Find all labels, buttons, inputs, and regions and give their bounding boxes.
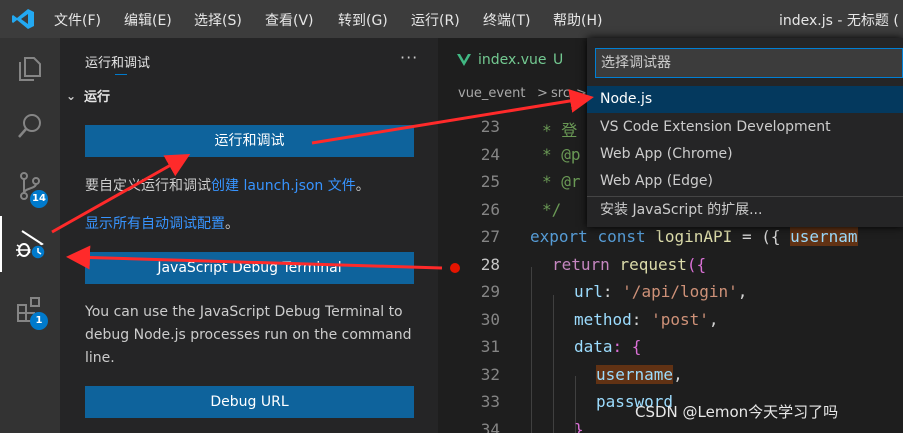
terminal-description: You can use the JavaScript Debug Termina…: [85, 304, 412, 366]
breadcrumb-folder[interactable]: vue_event: [458, 86, 525, 101]
menu-selection[interactable]: 选择(S): [194, 10, 242, 30]
code-token: username: [596, 365, 674, 384]
line-number: 27: [480, 227, 500, 246]
customize-suffix: 。: [355, 178, 370, 194]
code-token: usernam: [790, 227, 858, 246]
extensions-badge: 1: [30, 312, 48, 330]
code-line: return request({: [552, 255, 706, 274]
run-debug-button[interactable]: [0, 216, 60, 272]
menu-view[interactable]: 查看(V): [265, 10, 314, 30]
code-line: * @p: [542, 145, 581, 164]
code-token: export: [530, 227, 588, 246]
create-launch-json-link[interactable]: 创建 launch.json 文件: [211, 178, 356, 194]
code-token: const: [597, 227, 646, 246]
breadcrumb-separator: >: [576, 86, 587, 101]
code-token: return: [552, 255, 610, 274]
quick-pick-item-chrome[interactable]: Web App (Chrome): [587, 141, 903, 168]
customize-prefix: 要自定义运行和调试: [85, 178, 211, 194]
line-number: 31: [480, 337, 500, 356]
line-number: 23: [480, 117, 500, 136]
line-number: 34: [480, 420, 500, 433]
line-number: 30: [480, 310, 500, 329]
activity-bar: 14 1: [0, 38, 60, 433]
menu-go[interactable]: 转到(G): [338, 10, 388, 30]
quick-pick-item-vscode-ext[interactable]: VS Code Extension Development: [587, 114, 903, 141]
vscode-logo-icon: [12, 9, 34, 29]
code-token: ({: [686, 255, 707, 274]
sidebar-title-underline: [115, 74, 127, 75]
menu-file[interactable]: 文件(F): [54, 10, 101, 30]
code-token: request: [619, 255, 687, 274]
explorer-icon: [19, 57, 41, 81]
line-number: 28: [480, 255, 500, 274]
tab-index-vue[interactable]: index.vue U: [438, 38, 588, 82]
line-number: 25: [480, 172, 500, 191]
code-line: export const loginAPI = ({ usernam: [530, 227, 858, 246]
code-token: 'post': [651, 310, 709, 329]
breadcrumb-separator: >: [537, 86, 548, 101]
code-line: method: 'post',: [574, 310, 719, 329]
breadcrumb-src[interactable]: src: [551, 86, 570, 101]
code-line: }: [574, 420, 584, 433]
js-debug-terminal-button[interactable]: JavaScript Debug Terminal: [85, 252, 414, 284]
tab-label: index.vue: [478, 52, 547, 68]
window-title: index.js - 无标题 (: [779, 13, 899, 29]
menu-terminal[interactable]: 终端(T): [483, 10, 530, 30]
show-all-text: 显示所有自动调试配置。: [85, 213, 420, 236]
code-line: * @r: [542, 172, 581, 191]
source-control-button[interactable]: 14: [0, 158, 60, 214]
debugger-quick-pick: 选择调试器 Node.js VS Code Extension Developm…: [587, 38, 903, 227]
title-bar: 文件(F) 编辑(E) 选择(S) 查看(V) 转到(G) 运行(R) 终端(T…: [0, 0, 903, 38]
indent-guide: [531, 267, 532, 433]
code-line: data: {: [574, 337, 641, 356]
explorer-button[interactable]: [0, 40, 60, 96]
show-all-suffix: 。: [225, 216, 239, 232]
code-line: url: '/api/login',: [574, 282, 748, 301]
quick-pick-input[interactable]: 选择调试器: [595, 48, 903, 78]
vue-icon: [457, 54, 471, 66]
run-debug-sidebar: 运行和调试 ··· ⌄ 运行 运行和调试 要自定义运行和调试创建 launch.…: [60, 38, 438, 433]
show-all-configs-link[interactable]: 显示所有自动调试配置: [85, 216, 225, 232]
code-token: method: [574, 310, 632, 329]
line-number: 29: [480, 282, 500, 301]
code-token: data: [574, 337, 613, 356]
extensions-button[interactable]: 1: [0, 282, 60, 338]
code-token: url: [574, 282, 603, 301]
line-number: 33: [480, 392, 500, 411]
code-token: '/api/login': [622, 282, 738, 301]
line-number: 32: [480, 365, 500, 384]
code-line: * 登: [542, 121, 578, 140]
search-button[interactable]: [0, 98, 60, 154]
section-title: 运行: [84, 90, 111, 105]
run-debug-icon: [16, 230, 46, 260]
code-token: loginAPI: [655, 227, 733, 246]
code-token: = ({: [732, 227, 791, 246]
more-actions-icon[interactable]: ···: [400, 48, 418, 67]
line-number: 24: [480, 145, 500, 164]
menu-edit[interactable]: 编辑(E): [124, 10, 172, 30]
line-number: 26: [480, 200, 500, 219]
customize-text: 要自定义运行和调试创建 launch.json 文件。: [85, 175, 420, 198]
debug-url-button[interactable]: Debug URL: [85, 386, 414, 418]
chevron-down-icon: ⌄: [66, 88, 77, 103]
code-line: username,: [596, 365, 683, 384]
search-icon: [18, 114, 41, 138]
run-section-header[interactable]: ⌄ 运行: [66, 86, 111, 106]
source-control-badge: 14: [30, 190, 48, 208]
watermark: CSDN @Lemon今天学习了吗: [635, 403, 839, 421]
tab-untracked-status: U: [553, 52, 564, 68]
quick-pick-item-nodejs[interactable]: Node.js: [587, 86, 903, 113]
menu-help[interactable]: 帮助(H): [553, 10, 602, 30]
run-and-debug-button[interactable]: 运行和调试: [85, 125, 414, 157]
code-token: : {: [612, 337, 642, 356]
sidebar-title: 运行和调试: [85, 56, 151, 71]
indent-guide: [553, 295, 554, 433]
quick-pick-item-install-ext[interactable]: 安装 JavaScript 的扩展...: [587, 197, 903, 224]
code-line: */: [542, 200, 562, 219]
menu-run[interactable]: 运行(R): [411, 10, 460, 30]
quick-pick-item-edge[interactable]: Web App (Edge): [587, 168, 903, 195]
